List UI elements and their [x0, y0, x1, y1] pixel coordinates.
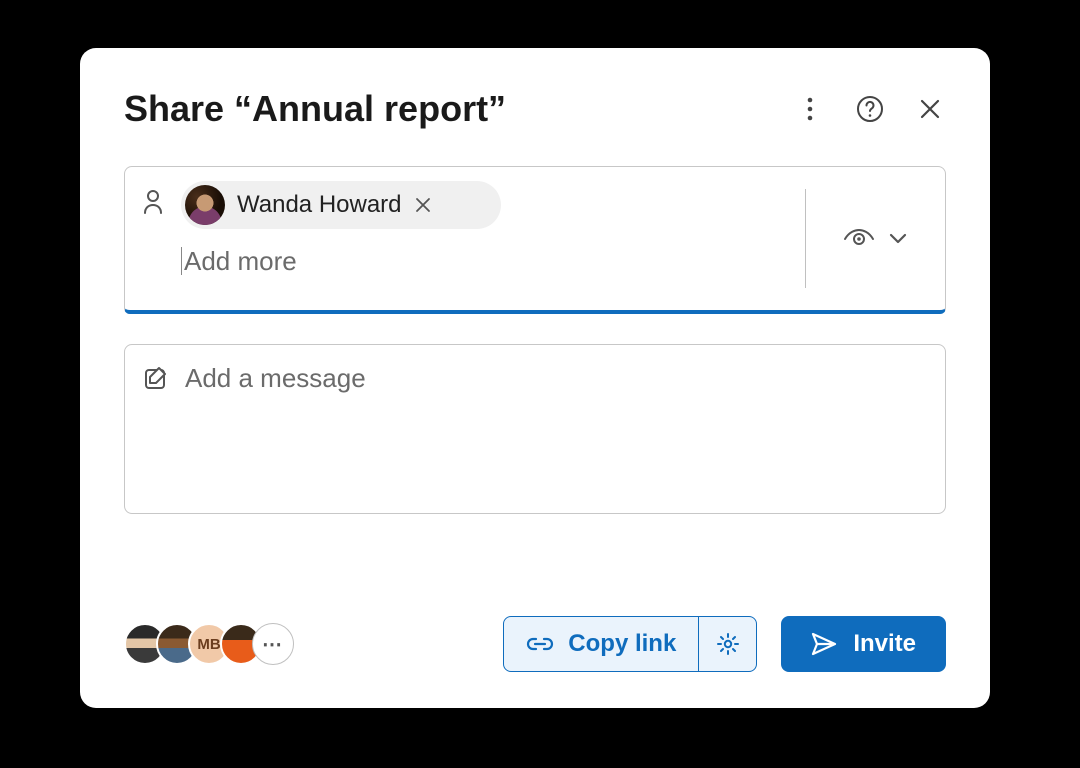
dialog-header: Share “Annual report” [124, 88, 946, 130]
people-stack: Wanda Howard [181, 181, 501, 275]
add-people-input[interactable] [181, 247, 501, 275]
message-field[interactable] [124, 344, 946, 514]
shared-with-avatars[interactable]: MB ⋯ [124, 623, 294, 665]
help-icon [856, 95, 884, 123]
invite-button[interactable]: Invite [781, 616, 946, 672]
person-icon [139, 189, 167, 215]
close-icon [414, 196, 432, 214]
people-picker-left: Wanda Howard [125, 167, 805, 310]
link-settings-button[interactable] [698, 617, 756, 671]
person-chip[interactable]: Wanda Howard [181, 181, 501, 229]
more-avatars-button[interactable]: ⋯ [252, 623, 294, 665]
ellipsis-vertical-icon [806, 96, 814, 122]
dialog-title: Share “Annual report” [124, 88, 506, 130]
avatar [185, 185, 225, 225]
dialog-footer: MB ⋯ Copy link Invite [124, 616, 946, 672]
people-picker-field[interactable]: Wanda Howard [124, 166, 946, 314]
share-dialog: Share “Annual report” Wanda Howard [80, 48, 990, 708]
copy-link-button[interactable]: Copy link [504, 617, 698, 671]
link-icon [526, 636, 554, 652]
more-options-button[interactable] [794, 93, 826, 125]
header-actions [794, 93, 946, 125]
permission-selector[interactable] [805, 167, 945, 310]
compose-icon [143, 365, 169, 391]
help-button[interactable] [854, 93, 886, 125]
send-icon [811, 632, 837, 656]
copy-link-group: Copy link [503, 616, 757, 672]
chevron-down-icon [889, 233, 907, 245]
close-button[interactable] [914, 93, 946, 125]
person-chip-name: Wanda Howard [237, 191, 402, 219]
gear-icon [716, 632, 740, 656]
view-icon [843, 228, 875, 250]
message-input[interactable] [185, 363, 927, 495]
copy-link-label: Copy link [568, 630, 676, 658]
invite-label: Invite [853, 630, 916, 658]
remove-person-button[interactable] [414, 196, 432, 214]
close-icon [919, 98, 941, 120]
footer-actions: Copy link Invite [503, 616, 946, 672]
